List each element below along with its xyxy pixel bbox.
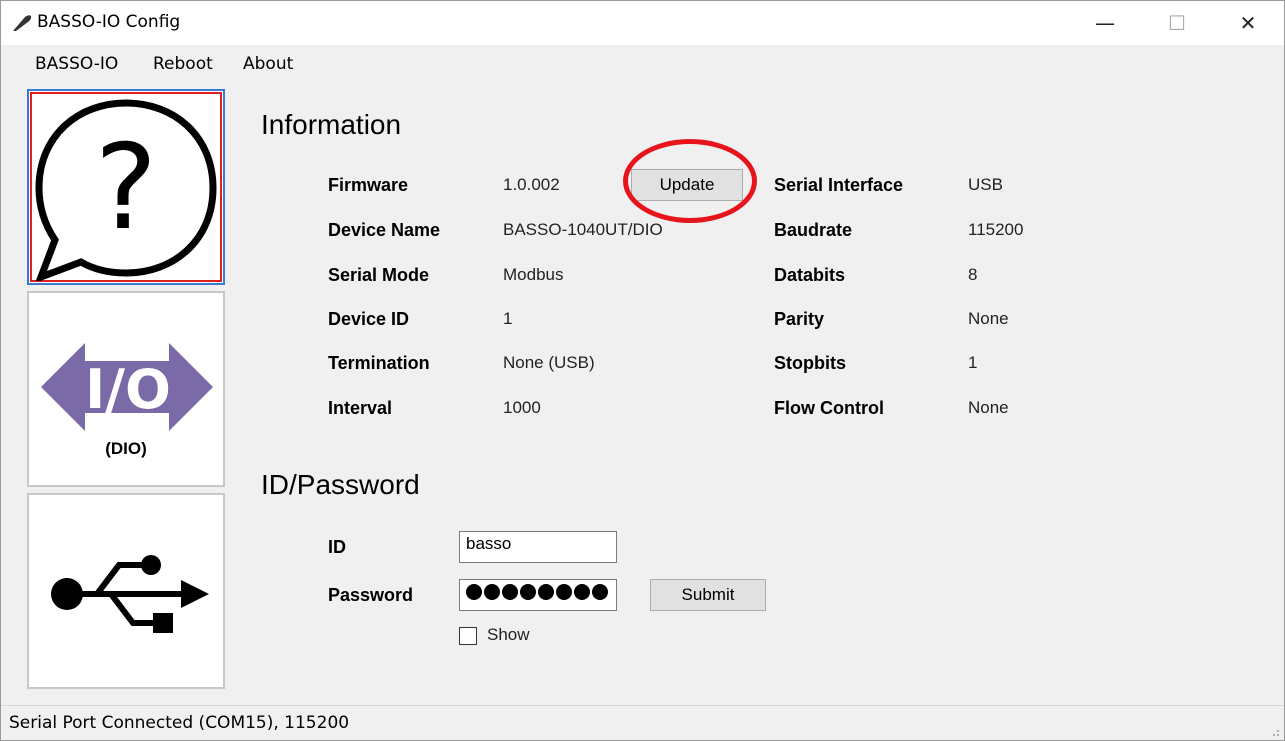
password-mask-dot (466, 584, 482, 600)
maximize-button[interactable]: ☐ (1142, 1, 1212, 45)
app-feather-icon (13, 15, 32, 31)
id-input[interactable]: basso (459, 531, 617, 563)
password-mask-dot (538, 584, 554, 600)
interval-value: 1000 (503, 398, 541, 417)
dio-caption: (DIO) (105, 439, 147, 458)
io-glyph: I/O (85, 358, 171, 421)
databits-value: 8 (968, 265, 978, 284)
termination-value: None (USB) (503, 353, 595, 372)
password-mask-dot (502, 584, 518, 600)
databits-label: Databits (774, 265, 846, 285)
menu-basso-io[interactable]: BASSO-IO (35, 54, 118, 74)
menu-about[interactable]: About (243, 54, 293, 74)
serial-interface-label: Serial Interface (774, 175, 904, 195)
menu-reboot[interactable]: Reboot (153, 54, 213, 74)
baudrate-label: Baudrate (774, 220, 853, 240)
password-mask-dot (520, 584, 536, 600)
baudrate-value: 115200 (968, 220, 1024, 239)
parity-label: Parity (774, 309, 825, 329)
close-button[interactable]: ✕ (1213, 1, 1283, 45)
parity-value: None (968, 309, 1009, 328)
main-content: Information Firmware 1.0.002 Update Devi… (233, 85, 1283, 705)
credentials-title: ID/Password (261, 469, 420, 500)
io-arrow-icon: I/O (41, 343, 213, 431)
flow-control-value: None (968, 398, 1009, 417)
close-icon: ✕ (1239, 11, 1257, 35)
status-text: Serial Port Connected (COM15), 115200 (9, 713, 350, 733)
sidebar-item-dio[interactable]: I/O (DIO) (27, 291, 225, 487)
show-password-label[interactable]: Show (487, 625, 530, 645)
minimize-button[interactable]: — (1070, 1, 1140, 45)
update-button[interactable]: Update (631, 169, 743, 201)
flow-control-label: Flow Control (774, 398, 884, 418)
submit-button[interactable]: Submit (650, 579, 766, 611)
interval-label: Interval (328, 398, 393, 418)
sidebar-item-usb[interactable] (27, 493, 225, 689)
password-mask (466, 584, 608, 600)
password-mask-dot (574, 584, 590, 600)
serial-interface-value: USB (968, 175, 1003, 194)
stopbits-label: Stopbits (774, 353, 846, 373)
stopbits-value: 1 (968, 353, 978, 372)
window-title: BASSO-IO Config (37, 12, 181, 32)
id-label: ID (328, 537, 346, 557)
app-window: BASSO-IO Config — ☐ ✕ BASSO-IO Reboot Ab… (0, 0, 1285, 741)
password-input[interactable] (459, 579, 617, 611)
firmware-label: Firmware (328, 175, 409, 195)
usb-icon (51, 555, 209, 633)
menu-bar: BASSO-IO Reboot About (1, 45, 1284, 85)
password-mask-dot (592, 584, 608, 600)
help-glyph: ? (95, 118, 158, 256)
password-mask-dot (556, 584, 572, 600)
information-title: Information (261, 109, 402, 140)
show-password-checkbox[interactable] (459, 627, 477, 645)
device-id-value: 1 (503, 309, 513, 328)
sidebar: ? I/O (DIO) (1, 85, 233, 705)
password-mask-dot (484, 584, 500, 600)
termination-label: Termination (328, 353, 430, 373)
device-id-label: Device ID (328, 309, 410, 329)
password-label: Password (328, 585, 414, 605)
firmware-value: 1.0.002 (503, 175, 560, 194)
serial-mode-value: Modbus (503, 265, 564, 284)
title-bar: BASSO-IO Config — ☐ ✕ (1, 1, 1284, 45)
serial-mode-label: Serial Mode (328, 265, 430, 285)
minimize-icon: — (1095, 11, 1115, 35)
resize-grip-icon[interactable] (1268, 725, 1280, 737)
device-name-value: BASSO-1040UT/DIO (503, 220, 663, 239)
device-name-label: Device Name (328, 220, 441, 240)
sidebar-item-information[interactable]: ? (27, 89, 225, 285)
status-bar: Serial Port Connected (COM15), 115200 (1, 705, 1284, 740)
help-speech-bubble-icon: ? (35, 99, 217, 281)
maximize-icon: ☐ (1168, 11, 1186, 35)
